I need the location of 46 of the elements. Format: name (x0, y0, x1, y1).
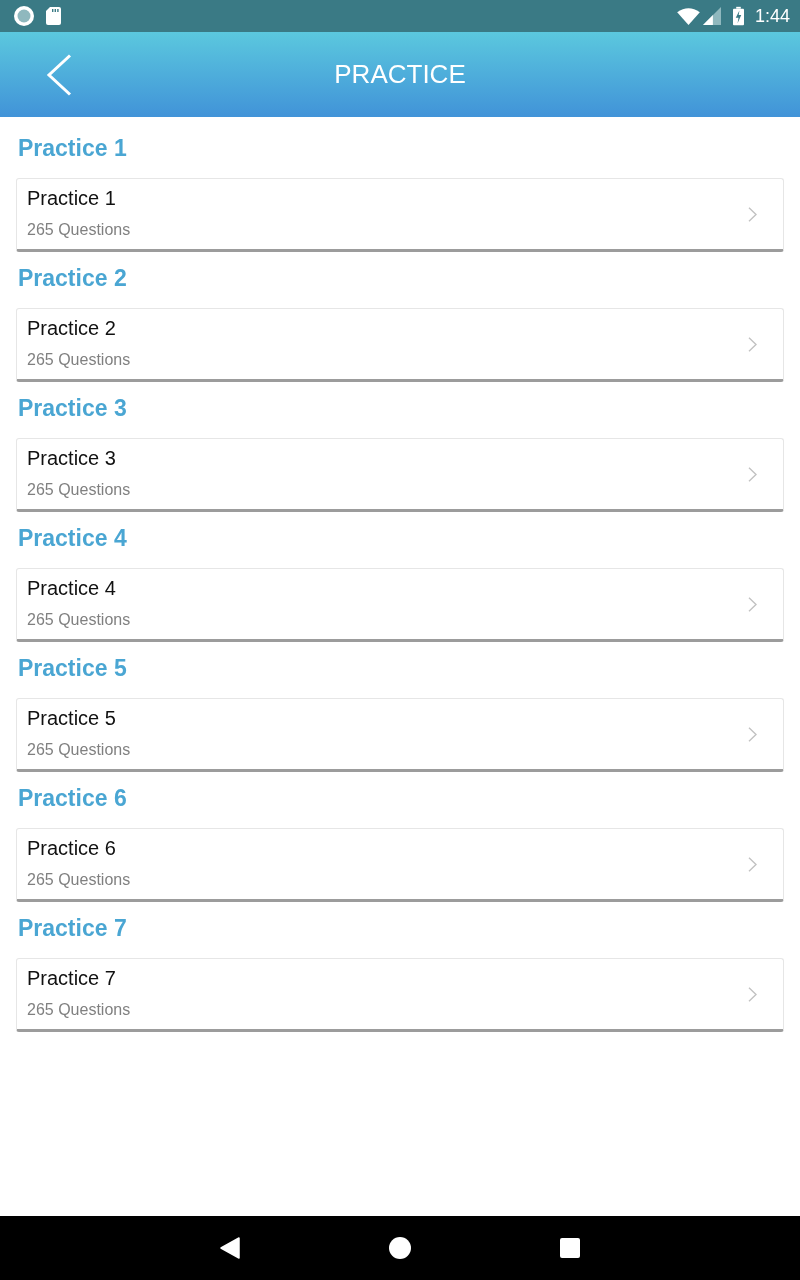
question-count: 265 Questions (27, 480, 132, 500)
question-count: 265 Questions (27, 1000, 132, 1020)
card-title: Practice 2 (27, 316, 117, 340)
chevron-right-icon (748, 986, 757, 1002)
practice-card[interactable]: Practice 2 265 Questions (16, 308, 784, 382)
chevron-right-icon (748, 466, 757, 482)
section-heading: Practice 1 (18, 134, 128, 163)
wifi-icon (676, 7, 700, 25)
chevron-right-icon (748, 856, 757, 872)
question-count: 265 Questions (27, 610, 132, 630)
back-chevron-icon (46, 54, 72, 96)
chevron-right-icon (748, 726, 757, 742)
status-time: 1:44 (754, 5, 790, 27)
practice-card[interactable]: Practice 1 265 Questions (16, 178, 784, 252)
cell-signal-icon (702, 7, 721, 25)
practice-card[interactable]: Practice 7 265 Questions (16, 958, 784, 1032)
section-heading: Practice 5 (18, 654, 128, 683)
square-recents-icon (560, 1238, 580, 1258)
section-heading: Practice 6 (18, 784, 128, 813)
chevron-right-icon (748, 336, 757, 352)
triangle-back-icon (220, 1237, 240, 1259)
card-title: Practice 1 (27, 186, 117, 210)
question-count: 265 Questions (27, 220, 132, 240)
question-count: 265 Questions (27, 740, 132, 760)
card-title: Practice 7 (27, 966, 117, 990)
question-count: 265 Questions (27, 350, 132, 370)
sd-card-icon (46, 7, 61, 25)
section-heading: Practice 4 (18, 524, 128, 553)
page-title: PRACTICE (334, 59, 466, 90)
card-title: Practice 6 (27, 836, 117, 860)
practice-card[interactable]: Practice 6 265 Questions (16, 828, 784, 902)
card-title: Practice 4 (27, 576, 117, 600)
card-title: Practice 3 (27, 446, 117, 470)
card-title: Practice 5 (27, 706, 117, 730)
circle-home-icon (389, 1237, 411, 1259)
question-count: 265 Questions (27, 870, 132, 890)
circle-status-icon (13, 5, 35, 27)
practice-card[interactable]: Practice 5 265 Questions (16, 698, 784, 772)
chevron-right-icon (748, 596, 757, 612)
chevron-right-icon (748, 206, 757, 222)
section-heading: Practice 2 (18, 264, 128, 293)
section-heading: Practice 3 (18, 394, 128, 423)
practice-card[interactable]: Practice 4 265 Questions (16, 568, 784, 642)
battery-charging-icon (732, 6, 744, 26)
practice-card[interactable]: Practice 3 265 Questions (16, 438, 784, 512)
section-heading: Practice 7 (18, 914, 128, 943)
